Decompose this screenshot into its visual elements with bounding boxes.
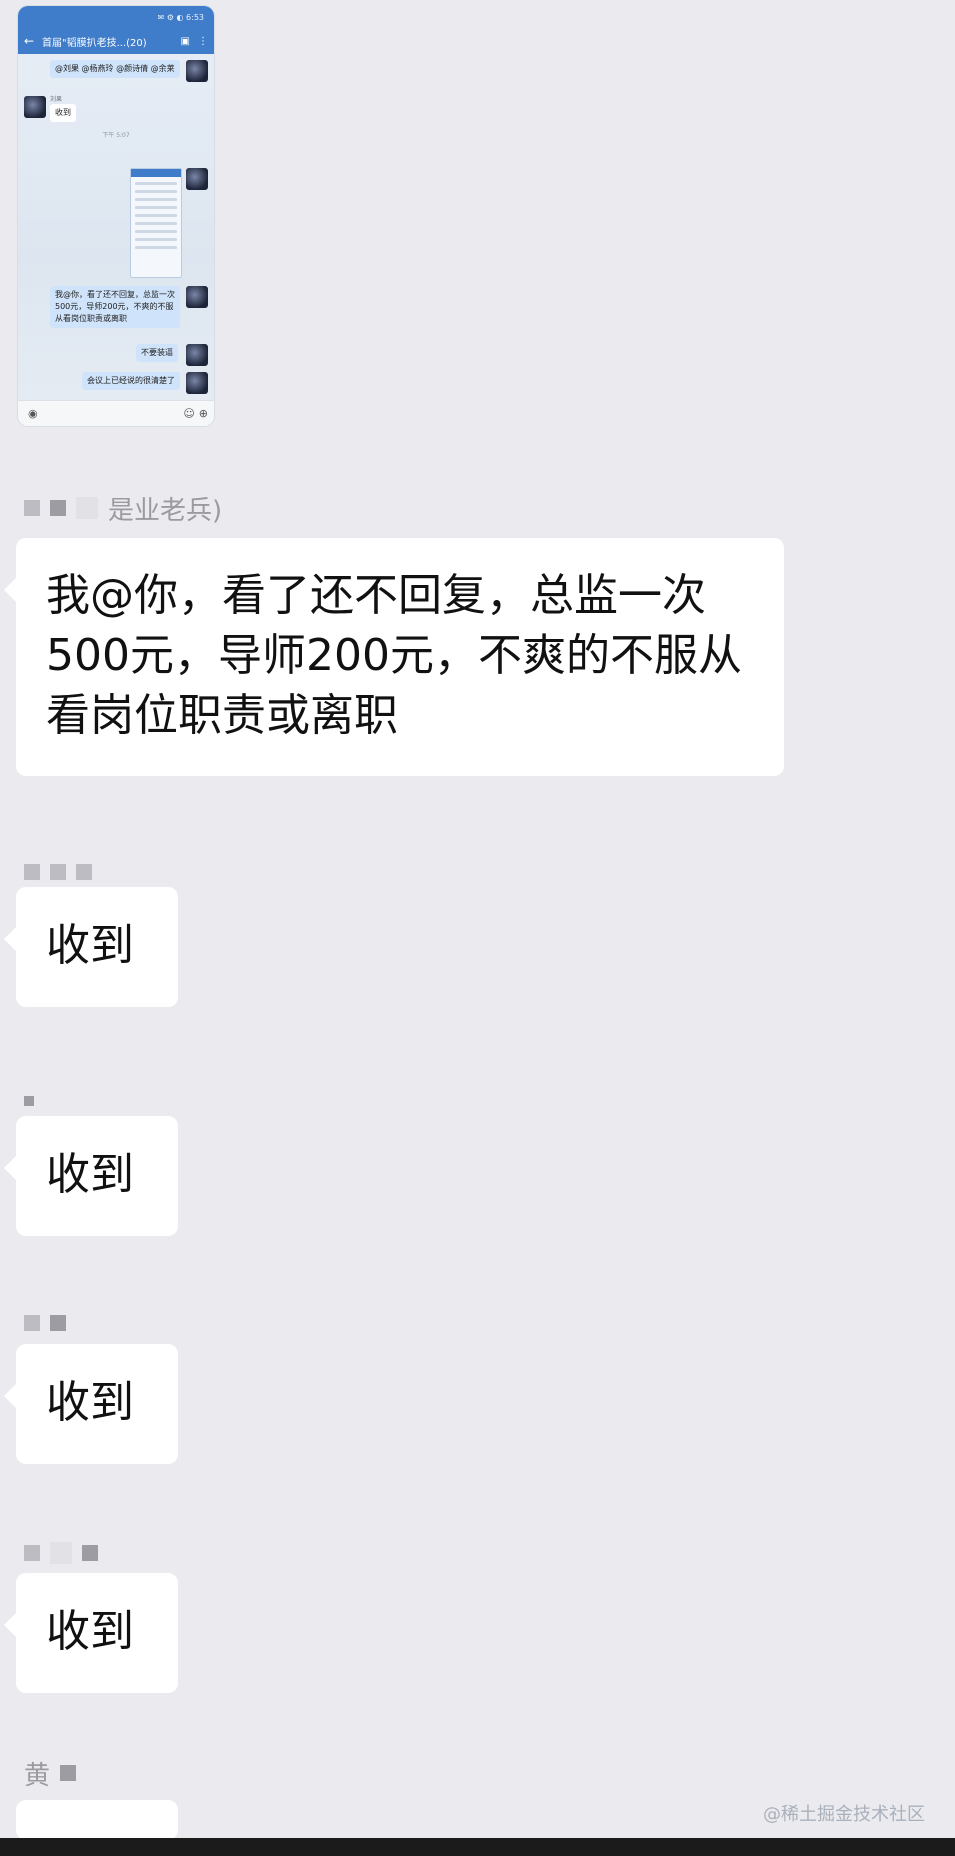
- quoted-message-bubble: 我@你，看了还不回复，总监一次500元，导师200元，不爽的不服从看岗位职责或离…: [50, 286, 180, 328]
- bottom-bar: [0, 1838, 955, 1856]
- avatar-mosaic: [24, 1545, 40, 1561]
- emoji-icon[interactable]: ☺: [183, 407, 194, 420]
- message-bubble[interactable]: 收到: [4, 1344, 178, 1464]
- sender-name-row: 是业老兵): [24, 493, 222, 526]
- message-text: 收到: [46, 920, 134, 971]
- mention-bubble: @刘果 @杨燕玲 @颜诗倩 @余莱: [50, 60, 180, 78]
- avatar-mosaic: [24, 864, 40, 880]
- avatar: [186, 372, 208, 394]
- avatar: [186, 168, 208, 190]
- avatar: [24, 96, 46, 118]
- avatar: [186, 286, 208, 308]
- sender-name: 黄: [24, 1760, 51, 1791]
- message-bubble[interactable]: [4, 1800, 178, 1856]
- message-bubble[interactable]: 我@你，看了还不回复，总监一次500元，导师200元，不爽的不服从看岗位职责或离…: [4, 538, 784, 776]
- message-bubble[interactable]: 收到: [4, 887, 178, 1007]
- watermark: @稀土掘金技术社区: [763, 1804, 925, 1825]
- message-bubble: 不要装逼: [136, 344, 178, 362]
- avatar-mosaic: [50, 864, 66, 880]
- avatar-mosaic: [82, 1545, 98, 1561]
- message-bubble[interactable]: 收到: [4, 1116, 178, 1236]
- nested-screenshot-image[interactable]: [130, 168, 182, 278]
- embedded-chat-body: @刘果 @杨燕玲 @颜诗倩 @余莱 刘果 收到 下午 5:07 我@你，看了还不…: [18, 54, 214, 400]
- message-bubble[interactable]: 收到: [4, 1573, 178, 1693]
- sender-name-row: [24, 857, 92, 887]
- sender-name: 刘果: [50, 96, 63, 103]
- reply-bubble: 收到: [50, 104, 76, 122]
- avatar: [186, 344, 208, 366]
- sender-name-row: [24, 1308, 66, 1338]
- avatar-mosaic: [50, 500, 66, 516]
- avatar: [186, 60, 208, 82]
- avatar-mosaic: [24, 1096, 34, 1106]
- arrow-left-icon[interactable]: ←: [24, 34, 42, 48]
- avatar-mosaic: [76, 497, 98, 519]
- message-text: 收到: [46, 1377, 134, 1428]
- status-bar: ✉ ⚙ ◐ 6:53: [18, 6, 214, 28]
- sender-name-row: [24, 1538, 98, 1568]
- more-vertical-icon[interactable]: ⋮: [198, 36, 208, 47]
- avatar-mosaic: [60, 1765, 77, 1781]
- video-call-icon[interactable]: ▣: [181, 36, 190, 47]
- sender-name: 是业老兵): [108, 495, 223, 526]
- message-input-bar[interactable]: ◉ ☺ ⊕: [18, 400, 214, 426]
- sender-name-row: 黄: [24, 1758, 77, 1791]
- avatar-mosaic: [50, 1542, 72, 1564]
- avatar-mosaic: [76, 864, 92, 880]
- avatar-mosaic: [24, 1315, 40, 1331]
- sender-name-row: [24, 1086, 34, 1116]
- message-bubble: 会议上已经说的很清楚了: [82, 372, 180, 390]
- group-chat-header: ← 首届"韬膜扒老技...(20) ▣ ⋮: [18, 28, 214, 54]
- embedded-chat-screenshot: ✉ ⚙ ◐ 6:53 ← 首届"韬膜扒老技...(20) ▣ ⋮ @刘果 @杨燕…: [18, 6, 214, 426]
- avatar-mosaic: [24, 500, 40, 516]
- timestamp: 下午 5:07: [102, 132, 130, 139]
- message-text: 收到: [46, 1149, 134, 1200]
- message-text: 收到: [46, 1606, 134, 1657]
- voice-icon[interactable]: ◉: [28, 407, 38, 420]
- group-title: 首届"韬膜扒老技...(20): [42, 37, 147, 49]
- plus-icon[interactable]: ⊕: [199, 407, 208, 420]
- message-text: 我@你，看了还不回复，总监一次500元，导师200元，不爽的不服从看岗位职责或离…: [46, 570, 742, 741]
- avatar-mosaic: [50, 1315, 66, 1331]
